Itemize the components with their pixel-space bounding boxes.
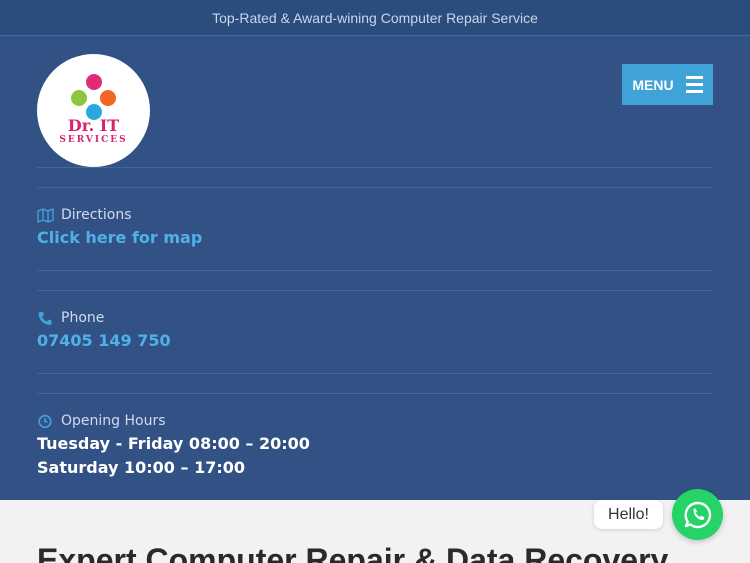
hours-weekday: Tuesday - Friday 08:00 – 20:00 bbox=[37, 434, 310, 453]
logo-dot-pink bbox=[86, 74, 102, 90]
tagline: Top-Rated & Award-wining Computer Repair… bbox=[212, 9, 538, 26]
menu-button[interactable]: MENU bbox=[622, 64, 713, 105]
directions-label-row: Directions bbox=[37, 207, 132, 223]
divider bbox=[37, 393, 713, 394]
hours-saturday: Saturday 10:00 – 17:00 bbox=[37, 458, 246, 477]
site-logo[interactable]: Dr. IT SERVICES bbox=[37, 54, 150, 167]
divider bbox=[37, 167, 713, 168]
divider bbox=[37, 290, 713, 291]
clock-icon bbox=[38, 414, 52, 428]
whatsapp-chat-button[interactable] bbox=[672, 489, 723, 540]
page-heading: Expert Computer Repair & Data Recovery bbox=[37, 542, 669, 563]
top-bar: Top-Rated & Award-wining Computer Repair… bbox=[0, 0, 750, 36]
map-link[interactable]: Click here for map bbox=[37, 228, 202, 247]
phone-icon bbox=[38, 311, 52, 325]
logo-dot-green bbox=[71, 90, 87, 106]
phone-label-row: Phone bbox=[37, 310, 104, 326]
hamburger-icon bbox=[685, 76, 703, 93]
logo-title: Dr. IT bbox=[67, 116, 120, 135]
logo-subtitle: SERVICES bbox=[59, 135, 128, 145]
directions-label: Directions bbox=[61, 207, 132, 223]
hours-label-row: Opening Hours bbox=[37, 413, 166, 429]
logo-dot-orange bbox=[100, 90, 116, 106]
whatsapp-icon bbox=[683, 501, 711, 528]
divider bbox=[37, 187, 713, 188]
divider bbox=[37, 373, 713, 374]
site-header: Dr. IT SERVICES MENU Directions Click he… bbox=[0, 36, 750, 500]
hours-label: Opening Hours bbox=[61, 413, 166, 429]
divider bbox=[37, 270, 713, 271]
menu-label: MENU bbox=[632, 76, 674, 93]
map-icon bbox=[37, 207, 54, 223]
phone-label: Phone bbox=[61, 310, 105, 326]
phone-number-link[interactable]: 07405 149 750 bbox=[37, 331, 171, 350]
chat-greeting-bubble[interactable]: Hello! bbox=[594, 500, 663, 529]
